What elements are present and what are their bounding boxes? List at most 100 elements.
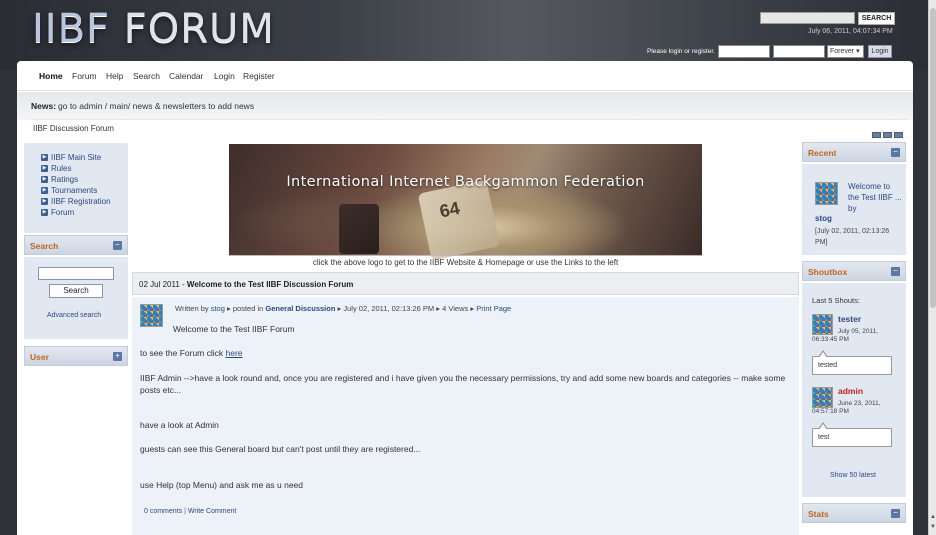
collapse-icon[interactable]: − <box>891 509 900 518</box>
recent-author: stog <box>815 214 832 223</box>
post-board-link[interactable]: General Discussion <box>265 304 335 313</box>
author-avatar[interactable] <box>140 304 163 327</box>
sidebar-search-button[interactable]: Search <box>49 284 103 298</box>
expand-icon[interactable]: + <box>113 352 122 361</box>
nav-forum[interactable]: Forum <box>72 71 97 81</box>
divider <box>31 119 909 120</box>
post-line-3: IIBF Admin -->have a look round and, onc… <box>140 373 786 395</box>
show-latest-shouts-link[interactable]: Show 50 latest <box>830 472 876 479</box>
sidebar-link-ratings[interactable]: ▶ Ratings <box>41 175 128 186</box>
nav-home[interactable]: Home <box>39 71 63 81</box>
breadcrumb[interactable]: IIBF Discussion Forum <box>33 124 114 133</box>
collapse-icon[interactable]: − <box>113 241 122 250</box>
site-banner[interactable]: 64 International Internet Backgammon Fed… <box>229 144 702 261</box>
collapse-header-icon[interactable] <box>883 132 892 138</box>
forum-here-link[interactable]: here <box>226 348 243 358</box>
post-title[interactable]: Welcome to the Test IIBF Discussion Foru… <box>187 280 353 289</box>
layout-toggle-icons <box>872 130 905 140</box>
shout-message-tester: tested <box>812 350 892 375</box>
login-password-input[interactable] <box>773 45 825 58</box>
login-prompt[interactable]: Please login or register. <box>647 48 715 55</box>
post-heading: 02 Jul 2011 - Welcome to the Test IIBF D… <box>139 280 353 289</box>
arrow-separator-icon: ▸ <box>436 304 441 313</box>
login-duration-select[interactable]: Forever ▾ <box>827 45 864 58</box>
news-bar: News: go to admin / main/ news & newslet… <box>17 92 913 120</box>
collapse-left-icon[interactable] <box>872 132 881 138</box>
shoutbox-title: Shoutbox <box>808 267 848 277</box>
scroll-down-icon[interactable]: ▼ <box>930 524 936 530</box>
top-navigation: Home Forum Help Search Calendar Login Re… <box>17 61 913 91</box>
shout-date-tester: July 05, 2011, 06:33:45 PM <box>812 328 878 343</box>
sidebar-link-main-site[interactable]: ▶ IIBF Main Site <box>41 153 128 164</box>
comments-link[interactable]: 0 comments <box>144 508 182 515</box>
user-box-header: User + <box>24 346 128 366</box>
arrow-separator-icon: ▸ <box>470 304 475 313</box>
collapse-icon[interactable]: − <box>891 148 900 157</box>
header-search-input[interactable] <box>760 12 855 24</box>
arrow-bullet-icon: ▶ <box>41 187 48 194</box>
sidebar-link-forum[interactable]: ▶ Forum <box>41 208 128 219</box>
window-scrollbar[interactable]: ▲ ▼ <box>928 0 936 535</box>
scroll-up-icon[interactable]: ▲ <box>930 514 936 520</box>
scrollbar-thumb[interactable] <box>930 8 936 308</box>
recent-box-body: Welcome to the Test IIBF ... by stog [Ju… <box>802 164 906 255</box>
site-header: IIBF FORUM SEARCH July 06, 2011, 04:07:3… <box>0 0 936 70</box>
shout-user-admin[interactable]: admin <box>838 386 863 396</box>
advanced-search-link[interactable]: Advanced search <box>47 312 101 319</box>
arrow-bullet-icon: ▶ <box>41 198 48 205</box>
shoutbox-body: Last 5 Shouts: tester July 05, 2011, 06:… <box>802 283 906 497</box>
shout-user-tester[interactable]: tester <box>838 314 861 324</box>
site-logo[interactable]: IIBF FORUM <box>32 6 275 52</box>
stats-box-header: Stats − <box>802 503 906 523</box>
posted-in-label: posted in <box>232 304 264 313</box>
written-by-label: Written by <box>175 304 209 313</box>
post-body: Written by stog ▸ posted in General Disc… <box>132 297 799 535</box>
nav-login[interactable]: Login <box>214 71 235 81</box>
arrow-bullet-icon: ▶ <box>41 165 48 172</box>
footer-separator: | <box>184 508 186 515</box>
logo-iibf-text: IIBF <box>32 6 111 52</box>
nav-register[interactable]: Register <box>243 71 275 81</box>
sidebar-links: ▶ IIBF Main Site ▶ Rules ▶ Ratings ▶ Tournam… <box>24 143 128 233</box>
banner-caption: click the above logo to get to the IIBF … <box>312 258 619 267</box>
header-search-button[interactable]: SEARCH <box>858 12 895 25</box>
login-username-input[interactable] <box>718 45 770 58</box>
shoutbox-heading: Last 5 Shouts: <box>812 296 860 305</box>
banner-title: International Internet Backgammon Federa… <box>286 174 645 190</box>
post-footer: 0 comments | Write Comment <box>144 508 236 515</box>
nav-calendar[interactable]: Calendar <box>169 71 204 81</box>
header-date: July 06, 2011, 04:07:34 PM <box>808 28 893 35</box>
post-timestamp: July 02, 2011, 02:13:26 PM <box>343 304 435 313</box>
chevron-down-icon: ▾ <box>856 48 860 55</box>
recent-box-title: Recent <box>808 148 837 158</box>
recent-author-avatar[interactable] <box>815 182 838 205</box>
recent-author-link[interactable]: stog <box>815 214 832 223</box>
post-heading-separator: - <box>182 280 185 289</box>
arrow-bullet-icon: ▶ <box>41 209 48 216</box>
write-comment-link[interactable]: Write Comment <box>188 508 237 515</box>
divider <box>229 255 702 256</box>
sidebar-link-tournaments[interactable]: ▶ Tournaments <box>41 186 128 197</box>
login-button[interactable]: Login <box>868 45 892 58</box>
shout-message-admin: test <box>812 422 892 447</box>
arrow-bullet-icon: ▶ <box>41 154 48 161</box>
recent-topic-link[interactable]: Welcome to the Test IIBF ... by <box>848 181 902 214</box>
post-line-2-text: to see the Forum click <box>140 348 224 358</box>
sidebar-search-input[interactable] <box>38 267 114 280</box>
post-author-link[interactable]: stog <box>211 304 225 313</box>
nav-help[interactable]: Help <box>106 71 123 81</box>
collapse-right-icon[interactable] <box>894 132 903 138</box>
news-text: go to admin / main/ news & newsletters t… <box>58 101 255 111</box>
arrow-bullet-icon: ▶ <box>41 176 48 183</box>
post-line-4: have a look at Admin <box>140 420 219 430</box>
recent-date: [July 02, 2011, 02:13:26 PM] <box>815 228 890 246</box>
collapse-icon[interactable]: − <box>891 267 900 276</box>
sidebar-link-rules[interactable]: ▶ Rules <box>41 164 128 175</box>
page-container: Home Forum Help Search Calendar Login Re… <box>17 61 913 535</box>
search-box-title: Search <box>30 241 59 251</box>
arrow-separator-icon: ▸ <box>337 304 342 313</box>
print-page-link[interactable]: Print Page <box>476 304 511 313</box>
nav-search[interactable]: Search <box>133 71 160 81</box>
sidebar-link-registration[interactable]: ▶ IIBF Registration <box>41 197 128 208</box>
arrow-separator-icon: ▸ <box>227 304 231 313</box>
